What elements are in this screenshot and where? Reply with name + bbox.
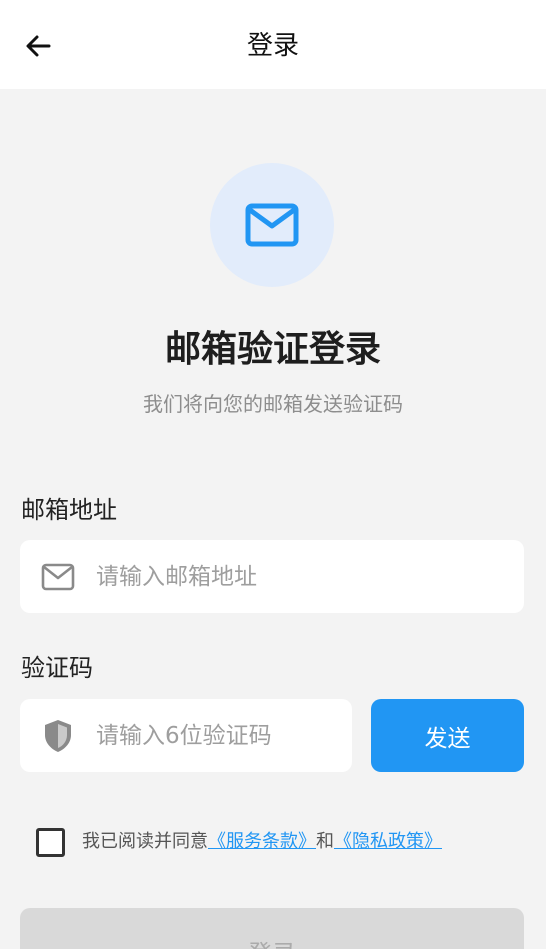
login-button[interactable]: 登录 [20,908,524,949]
code-input[interactable] [96,722,326,749]
page-title: 登录 [246,31,299,61]
hero-subtitle: 我们将向您的邮箱发送验证码 [143,392,403,416]
agreement-prefix: 我已阅读并同意 [82,831,208,852]
email-label: 邮箱地址 [21,496,117,524]
agreement-joiner: 和 [316,831,334,852]
hero-title: 邮箱验证登录 [164,329,381,370]
email-input[interactable] [96,563,436,590]
mail-icon [245,203,299,247]
agreement-checkbox[interactable] [36,827,65,857]
send-code-button[interactable]: 发送 [371,699,524,772]
shield-icon [40,718,76,754]
terms-link[interactable]: 《服务条款》 [208,831,316,852]
code-field[interactable] [20,699,352,772]
hero-icon-circle [210,163,334,287]
code-label: 验证码 [21,654,93,682]
email-field[interactable] [20,540,524,613]
agreement-text: 我已阅读并同意《服务条款》和《隐私政策》 [82,830,442,854]
agreement-row: 我已阅读并同意《服务条款》和《隐私政策》 [36,826,442,858]
privacy-link[interactable]: 《隐私政策》 [334,831,442,852]
mail-outline-icon [40,559,76,595]
top-app-bar: 登录 [0,0,546,89]
